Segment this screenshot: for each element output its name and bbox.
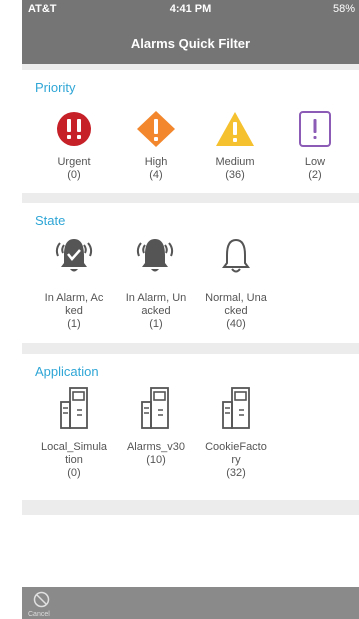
footer-bar: Cancel: [22, 587, 359, 619]
bell-outline-icon: [222, 238, 250, 273]
state-in-alarm-unacked-filter[interactable]: In Alarm, Un acked (1): [119, 235, 193, 339]
urgent-icon: [57, 112, 91, 146]
priority-label: Low: [304, 156, 326, 168]
priority-count: (36): [225, 169, 245, 181]
state-label-line2: acked: [141, 305, 171, 317]
state-label-line1: In Alarm, Un: [125, 292, 187, 304]
battery-label: 58%: [332, 3, 355, 15]
cancel-button[interactable]: Cancel: [28, 591, 58, 619]
application-label-line1: CookieFacto: [205, 441, 267, 453]
medium-icon: [216, 112, 254, 146]
bell-ringing-icon: [136, 239, 174, 272]
application-label-line1: Local_Simula: [40, 441, 108, 453]
state-label-line2: cked: [224, 305, 248, 317]
state-section: State In Alarm, Ac ked (1) In Alarm, Un …: [22, 203, 359, 343]
cancel-label: Cancel: [28, 611, 50, 618]
application-label-line1: Alarms_v30: [126, 441, 186, 453]
application-label-line2: ry: [231, 454, 241, 466]
application-count: (10): [146, 454, 166, 466]
priority-count: (4): [149, 169, 163, 181]
priority-heading: Priority: [35, 80, 76, 95]
app-frame: AT&T 4:41 PM 58% Alarms Quick Filter Pri…: [22, 0, 359, 619]
application-cookiefactory-filter[interactable]: CookieFacto ry (32): [199, 386, 273, 496]
priority-high-filter[interactable]: High (4): [119, 110, 193, 190]
cancel-icon: [33, 591, 50, 608]
priority-count: (2): [308, 169, 322, 181]
application-heading: Application: [35, 364, 99, 379]
state-count: (1): [67, 318, 81, 330]
priority-label: Urgent: [57, 156, 91, 168]
priority-label: High: [144, 156, 168, 168]
bell-acked-icon: [55, 239, 93, 272]
state-normal-unacked-filter[interactable]: Normal, Una cked (40): [199, 235, 273, 339]
server-icon: [60, 387, 88, 429]
application-count: (0): [67, 467, 81, 479]
priority-label: Medium: [215, 156, 255, 168]
page-title: Alarms Quick Filter: [130, 36, 251, 51]
empty-area: [22, 515, 359, 587]
low-icon: [299, 111, 331, 147]
state-label-line2: ked: [65, 305, 83, 317]
state-label-line1: In Alarm, Ac: [44, 292, 104, 304]
application-section: Application Local_Simula tion (0) Alarms…: [22, 354, 359, 500]
status-bar: AT&T 4:41 PM 58%: [22, 0, 359, 20]
application-alarms-v30-filter[interactable]: Alarms_v30 (10): [119, 386, 193, 496]
priority-low-filter[interactable]: Low (2): [278, 110, 352, 190]
clock: 4:41 PM: [169, 3, 212, 15]
priority-medium-filter[interactable]: Medium (36): [198, 110, 272, 190]
state-count: (1): [149, 318, 163, 330]
priority-section: Priority Urgent (0) High (4) Medium (36)…: [22, 70, 359, 193]
application-count: (32): [226, 467, 246, 479]
state-in-alarm-acked-filter[interactable]: In Alarm, Ac ked (1): [37, 235, 111, 339]
server-icon: [141, 387, 169, 429]
state-label-line1: Normal, Una: [205, 292, 267, 304]
high-icon: [137, 111, 175, 147]
title-bar: Alarms Quick Filter: [22, 20, 359, 64]
state-heading: State: [35, 213, 66, 228]
application-local-simulation-filter[interactable]: Local_Simula tion (0): [37, 386, 111, 496]
priority-urgent-filter[interactable]: Urgent (0): [37, 110, 111, 190]
application-label-line2: tion: [65, 454, 83, 466]
state-count: (40): [226, 318, 246, 330]
priority-count: (0): [67, 169, 81, 181]
server-icon: [222, 387, 250, 429]
